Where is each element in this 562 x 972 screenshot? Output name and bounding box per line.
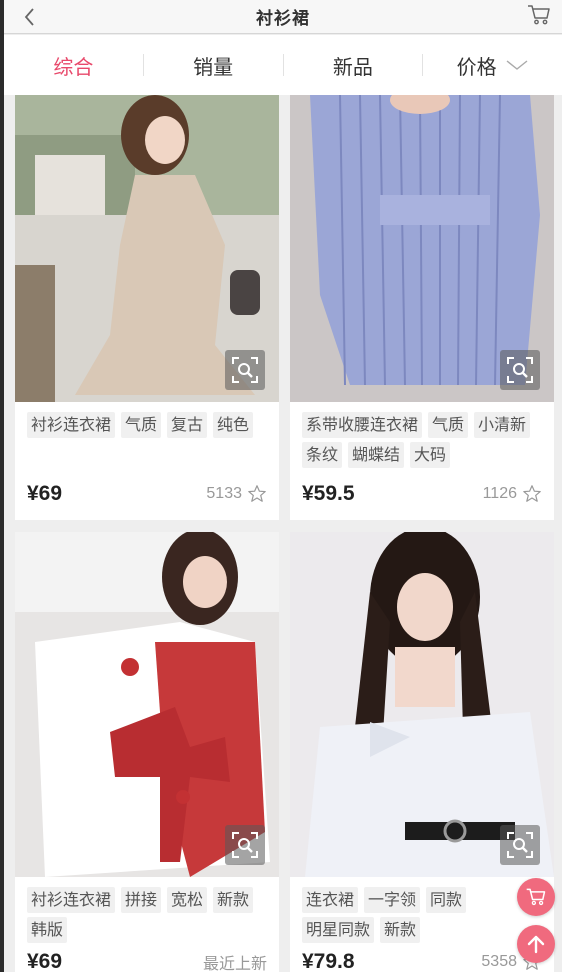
tag[interactable]: 复古 xyxy=(167,412,208,438)
search-icon xyxy=(232,832,258,858)
top-bar: 衬衫裙 xyxy=(4,0,562,34)
price: ¥69 xyxy=(27,482,63,505)
price: ¥59.5 xyxy=(302,482,355,505)
tag[interactable]: 一字领 xyxy=(364,887,421,913)
tag[interactable]: 衬衫连衣裙 xyxy=(27,887,116,913)
new-arrival-label: 最近上新 xyxy=(203,950,267,972)
screen-edge xyxy=(0,0,4,972)
price: ¥79.8 xyxy=(302,950,355,972)
tag[interactable]: 明星同款 xyxy=(302,917,375,943)
tag[interactable]: 气质 xyxy=(428,412,469,438)
price-row: ¥79.8 5358 xyxy=(302,950,542,972)
tag[interactable]: 小清新 xyxy=(474,412,531,438)
page-title: 衬衫裙 xyxy=(256,9,310,29)
product-image xyxy=(290,95,554,402)
cart-fab-button[interactable] xyxy=(517,878,555,916)
tab-comprehensive[interactable]: 综合 xyxy=(4,35,143,95)
favorite-count: 5133 xyxy=(206,484,267,504)
zoom-button[interactable] xyxy=(225,350,265,390)
tab-label: 销量 xyxy=(193,54,234,79)
tag-list: 衬衫连衣裙 拼接 宽松 新款 韩版 xyxy=(15,877,279,947)
app-screen: 衬衫裙 综合 销量 新品 价格 衬衫连衣裙 气质 复古 纯色 ¥69 5133 … xyxy=(0,0,562,972)
product-image xyxy=(290,532,554,877)
tag[interactable]: 同款 xyxy=(426,887,467,913)
search-icon xyxy=(507,832,533,858)
tag-list: 连衣裙 一字领 同款 明星同款 新款 xyxy=(290,877,554,947)
price: ¥69 xyxy=(27,950,63,972)
sort-bar: 综合 销量 新品 价格 xyxy=(4,35,562,95)
tab-label: 新品 xyxy=(332,54,373,79)
tag[interactable]: 大码 xyxy=(410,442,451,468)
arrow-up-icon xyxy=(527,935,545,954)
product-card[interactable]: 衬衫连衣裙 拼接 宽松 新款 韩版 ¥69 最近上新 xyxy=(15,532,279,972)
tag[interactable]: 纯色 xyxy=(213,412,254,438)
tag[interactable]: 拼接 xyxy=(121,887,162,913)
product-card[interactable]: 衬衫连衣裙 气质 复古 纯色 ¥69 5133 xyxy=(15,95,279,520)
tab-label: 综合 xyxy=(53,54,94,79)
tag-list: 系带收腰连衣裙 气质 小清新 条纹 蝴蝶结 大码 xyxy=(290,402,554,472)
tag[interactable]: 韩版 xyxy=(27,917,68,943)
cart-button[interactable] xyxy=(526,2,552,28)
tag[interactable]: 条纹 xyxy=(302,442,343,468)
meta-text: 5358 xyxy=(481,953,517,970)
tag[interactable]: 连衣裙 xyxy=(302,887,359,913)
tag-list: 衬衫连衣裙 气质 复古 纯色 xyxy=(15,402,279,442)
tag[interactable]: 系带收腰连衣裙 xyxy=(302,412,423,438)
search-icon xyxy=(232,357,258,383)
tab-sales[interactable]: 销量 xyxy=(144,35,283,95)
tag[interactable]: 新款 xyxy=(380,917,421,943)
tab-price[interactable]: 价格 xyxy=(423,35,562,95)
tag[interactable]: 蝴蝶结 xyxy=(348,442,405,468)
search-icon xyxy=(507,357,533,383)
cart-icon xyxy=(528,5,550,25)
zoom-button[interactable] xyxy=(225,825,265,865)
cart-icon xyxy=(526,888,546,906)
tag[interactable]: 衬衫连衣裙 xyxy=(27,412,116,438)
product-image xyxy=(15,95,279,402)
tag[interactable]: 新款 xyxy=(213,887,254,913)
product-card[interactable]: 连衣裙 一字领 同款 明星同款 新款 ¥79.8 5358 xyxy=(290,532,554,972)
favorite-count: 1126 xyxy=(483,484,542,504)
tag[interactable]: 宽松 xyxy=(167,887,208,913)
product-image xyxy=(15,532,279,877)
star-icon[interactable] xyxy=(522,484,542,504)
chevron-down-icon xyxy=(506,60,528,70)
meta-text: 最近上新 xyxy=(202,956,267,972)
meta-text: 1126 xyxy=(482,485,517,502)
price-row: ¥59.5 1126 xyxy=(302,482,542,506)
star-icon[interactable] xyxy=(247,484,267,504)
back-to-top-button[interactable] xyxy=(517,925,555,963)
tab-label: 价格 xyxy=(456,54,497,79)
price-row: ¥69 5133 xyxy=(27,482,267,506)
tab-new[interactable]: 新品 xyxy=(284,35,423,95)
tag[interactable]: 气质 xyxy=(121,412,162,438)
zoom-button[interactable] xyxy=(500,825,540,865)
price-row: ¥69 最近上新 xyxy=(27,950,267,972)
meta-text: 5133 xyxy=(206,485,242,502)
zoom-button[interactable] xyxy=(500,350,540,390)
product-card[interactable]: 系带收腰连衣裙 气质 小清新 条纹 蝴蝶结 大码 ¥59.5 1126 xyxy=(290,95,554,520)
